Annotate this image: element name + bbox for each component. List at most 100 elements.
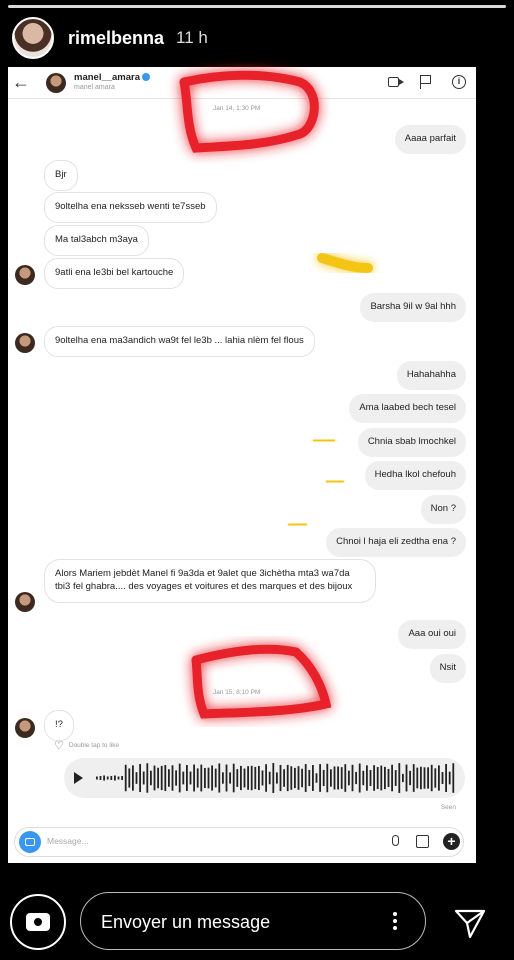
waveform-bar: [124, 764, 127, 792]
message-out: Nsit: [429, 654, 466, 683]
waveform-bar: [153, 765, 156, 791]
waveform-bar: [344, 764, 347, 792]
waveform-bar: [402, 773, 404, 783]
camera-button[interactable]: [10, 894, 66, 950]
dm-avatar: [46, 73, 66, 93]
waveform-bar: [416, 767, 419, 789]
waveform-bar: [290, 766, 293, 790]
dm-composer: Message... +: [14, 827, 464, 857]
waveform-bar: [168, 769, 170, 787]
story-header: rimelbenna 11 h: [12, 16, 208, 60]
waveform-bar: [214, 768, 217, 788]
waveform-bar: [330, 769, 332, 787]
waveform-bar: [272, 763, 275, 793]
waveform-bar: [304, 764, 307, 792]
camera-lens: [32, 916, 44, 928]
message-out: Barsha 9il w 9al hhh: [360, 293, 466, 322]
info-icon: i: [452, 75, 466, 89]
message-in: Bjr: [44, 160, 78, 191]
waveform-bar: [362, 770, 365, 786]
waveform-bar: [351, 764, 354, 792]
waveform-bar: [430, 764, 433, 792]
waveform-bar: [391, 764, 393, 792]
waveform-bar: [448, 771, 451, 785]
play-icon: [74, 772, 83, 784]
waveform-bar: [348, 770, 350, 786]
message-in: Alors Mariem jebdèt Manel fi 9a3da et 9a…: [44, 559, 376, 603]
waveform-bar: [178, 763, 181, 793]
waveform-bar: [236, 769, 239, 787]
message-in: Ma tal3abch m3aya: [44, 225, 149, 256]
waveform-bar: [96, 776, 98, 780]
send-icon[interactable]: [452, 905, 488, 941]
message-out: Chnia sbab lmochkel: [357, 428, 466, 457]
waveform-bar: [315, 773, 318, 783]
waveform-bar: [369, 770, 372, 786]
waveform-bar: [211, 765, 213, 791]
waveform-bar: [160, 765, 163, 791]
waveform-bar: [283, 769, 285, 787]
waveform-bar: [427, 767, 429, 789]
waveform-bar: [243, 768, 246, 788]
verified-icon: [142, 73, 151, 82]
waveform-bar: [175, 770, 177, 786]
dm-message-placeholder: Message...: [47, 836, 89, 846]
waveform-bar: [333, 766, 336, 790]
waveform-bar: [340, 767, 343, 789]
waveform-bar: [376, 767, 379, 789]
message-out: Hahahahha: [396, 361, 466, 390]
waveform-bar: [420, 766, 422, 790]
waveform-bar: [240, 765, 242, 791]
story-avatar[interactable]: [12, 17, 54, 59]
waveform-bar: [207, 767, 210, 789]
waveform-bar: [186, 765, 188, 791]
plus-icon: +: [443, 833, 460, 850]
waveform-bar: [441, 772, 444, 784]
waveform-bar: [279, 764, 282, 792]
waveform-bar: [297, 766, 300, 790]
camera-icon: [19, 831, 41, 853]
waveform-bar: [142, 771, 145, 785]
back-arrow-icon: ←: [12, 72, 30, 92]
story-username[interactable]: rimelbenna: [68, 28, 164, 49]
waveform-bar: [189, 771, 192, 785]
more-options-icon[interactable]: [393, 909, 399, 933]
waveform-bar: [265, 764, 267, 792]
waveform-bar: [117, 776, 120, 780]
waveform-bar: [319, 764, 321, 792]
sender-avatar: [15, 265, 35, 285]
dm-contact-subtitle: manel amara: [74, 84, 115, 91]
waveform-bar: [394, 770, 397, 786]
waveform-bar: [258, 765, 260, 791]
seen-indicator: Seen: [440, 804, 456, 811]
waveform-bar: [445, 764, 447, 792]
waveform-bar: [99, 776, 102, 780]
waveform-bar: [268, 771, 271, 785]
waveform-bar: [171, 765, 174, 791]
waveform-bar: [434, 768, 437, 788]
waveform-bar: [218, 763, 221, 793]
waveform-bar: [200, 764, 203, 792]
waveform-bar: [423, 767, 426, 789]
waveform-bar: [196, 768, 199, 788]
gallery-icon: [416, 835, 429, 848]
microphone-icon: [392, 835, 399, 846]
waveform-bar: [405, 764, 408, 792]
waveform-bar: [409, 770, 411, 786]
waveform-bar: [366, 765, 368, 791]
waveform-bar: [193, 764, 195, 792]
message-in: 9oltelha ena neksseb wenti te7sseb: [44, 192, 217, 223]
waveform-bar: [380, 765, 383, 791]
story-time: 11 h: [176, 28, 208, 47]
waveform-bar: [110, 776, 113, 780]
message-in: 9oltelha ena ma3andich wa9t fel le3b ...…: [44, 326, 315, 357]
waveform-bar: [250, 765, 253, 791]
waveform-bar: [121, 776, 123, 780]
sender-avatar: [15, 592, 35, 612]
waveform-bar: [150, 770, 152, 786]
dm-screenshot: ← manel__amara manel amara i Jan 14, 1:3…: [8, 67, 476, 863]
reply-message-input[interactable]: Envoyer un message: [80, 892, 426, 950]
waveform-bar: [384, 766, 386, 790]
waveform-bar: [157, 767, 159, 789]
waveform-bar: [114, 775, 116, 781]
